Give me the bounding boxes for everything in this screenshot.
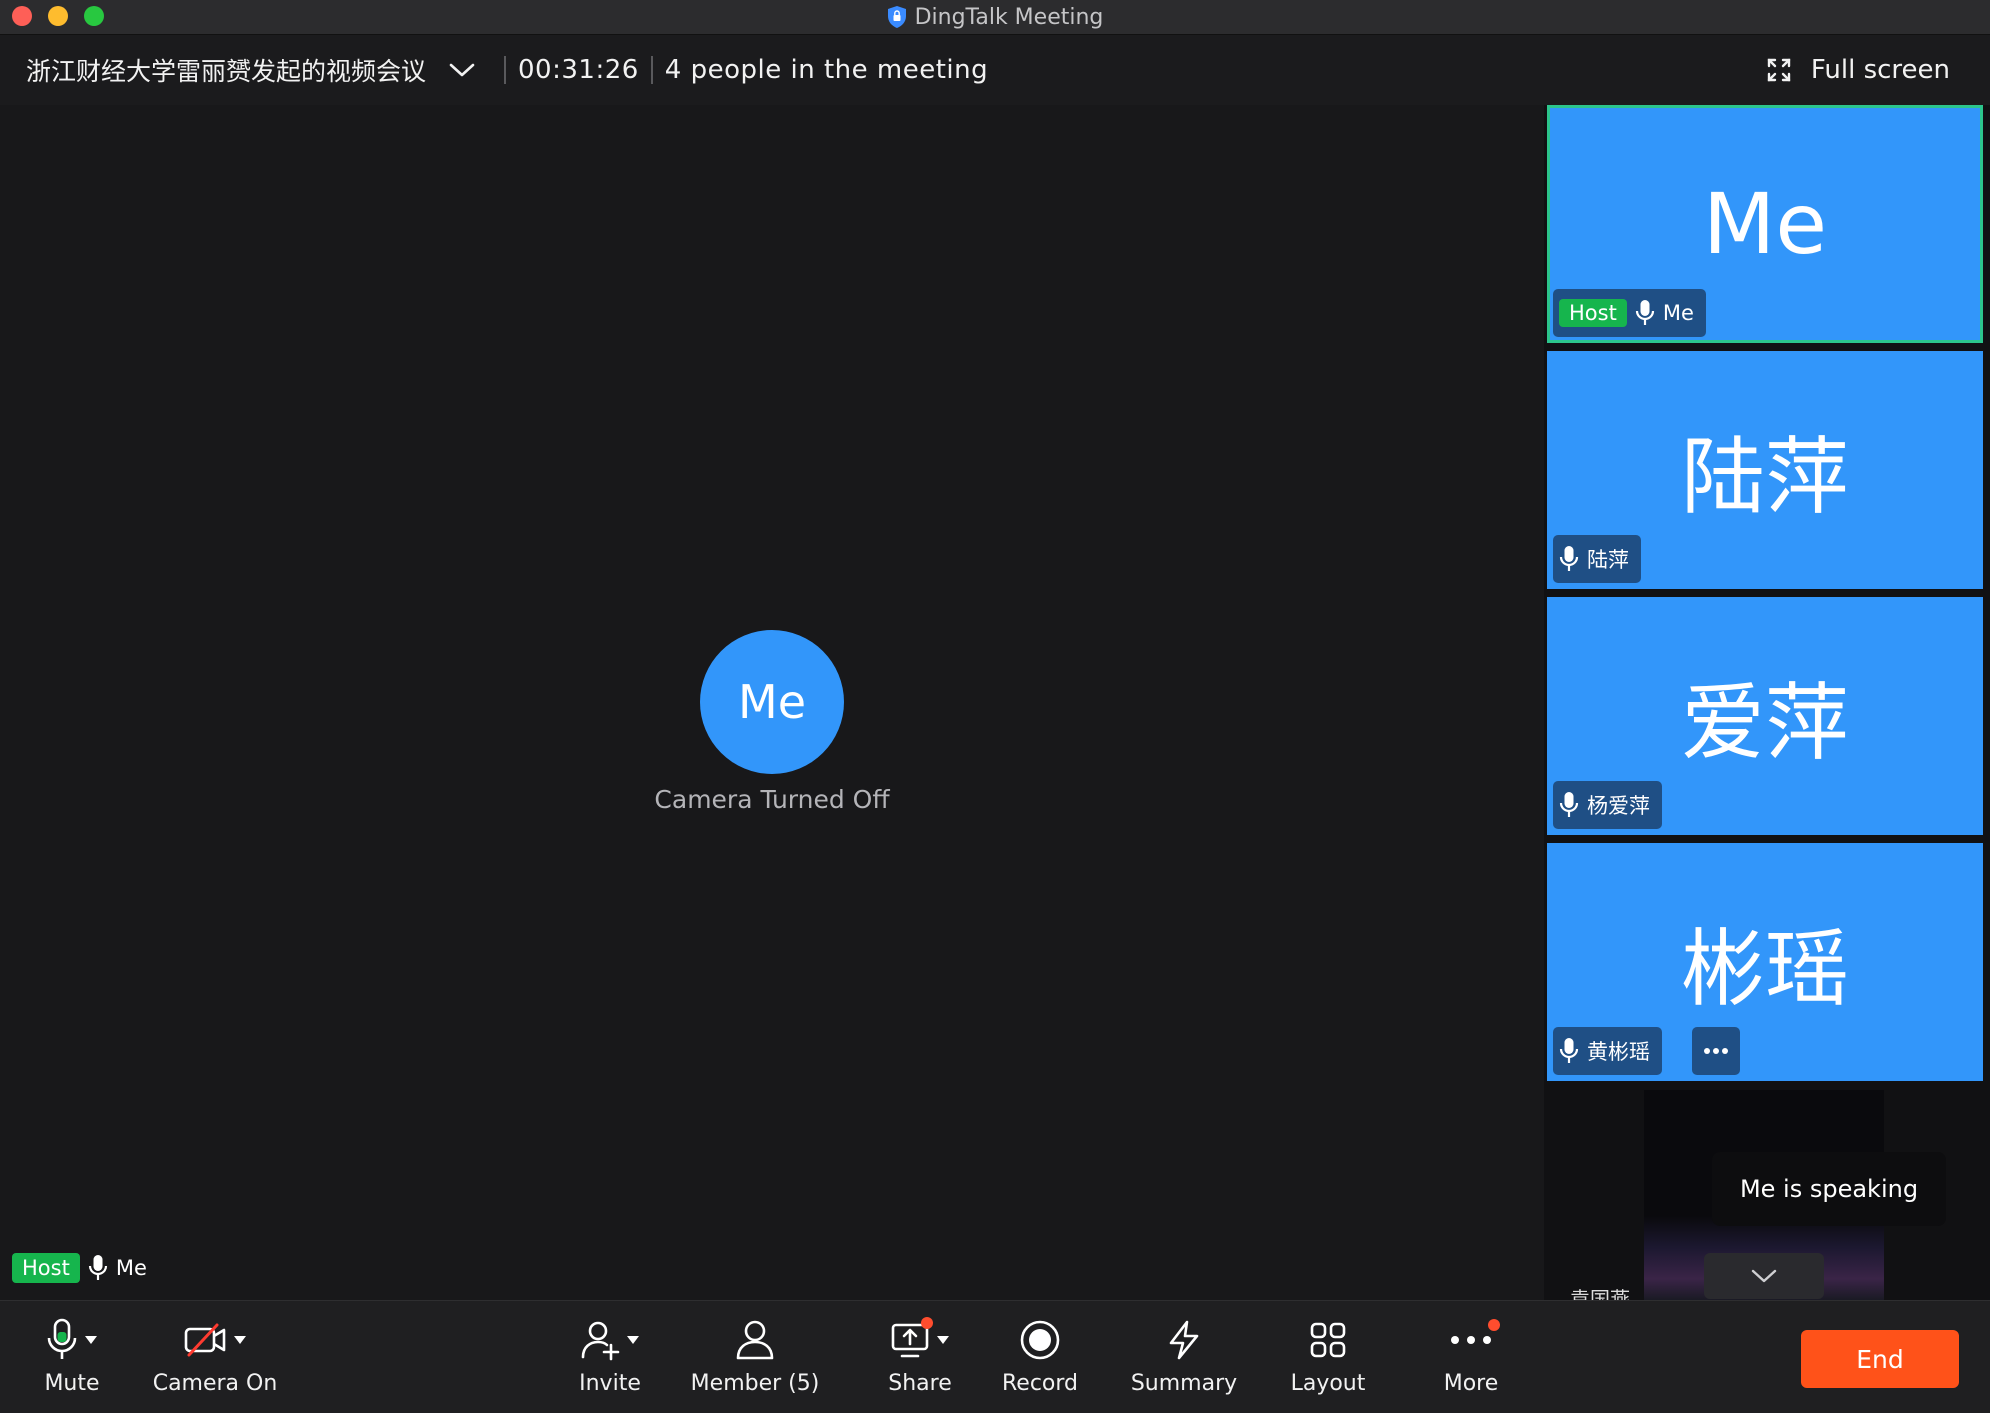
window-title-text: DingTalk Meeting bbox=[914, 4, 1104, 30]
participant-name: 袁国燕 bbox=[1570, 1287, 1630, 1301]
tile-name-label: 陆萍 bbox=[1553, 535, 1641, 583]
layout-label: Layout bbox=[1290, 1371, 1366, 1396]
meeting-toolbar: Mute Camera On Invite Member (5) Share R… bbox=[0, 1300, 1990, 1413]
avatar-text: Me bbox=[738, 675, 806, 729]
window-titlebar: DingTalk Meeting bbox=[0, 0, 1990, 35]
ellipsis-icon bbox=[1704, 1048, 1728, 1054]
share-label: Share bbox=[888, 1371, 952, 1396]
participant-tile[interactable]: 彬瑶 黄彬瑶 bbox=[1547, 843, 1983, 1081]
camera-label: Camera On bbox=[152, 1371, 278, 1396]
member-label: Member (5) bbox=[690, 1371, 820, 1396]
lightning-icon bbox=[1169, 1320, 1199, 1360]
microphone-icon bbox=[1635, 300, 1654, 325]
invite-button[interactable]: Invite bbox=[570, 1301, 650, 1413]
chevron-down-icon[interactable] bbox=[448, 61, 476, 79]
avatar: Me bbox=[700, 630, 844, 774]
caret-down-icon[interactable] bbox=[626, 1335, 640, 1345]
notification-dot bbox=[1488, 1319, 1500, 1331]
meeting-timer: 00:31:26 bbox=[518, 55, 639, 85]
members-icon bbox=[736, 1320, 774, 1360]
tile-name-label: 黄彬瑶 bbox=[1553, 1027, 1662, 1075]
end-meeting-button[interactable]: End bbox=[1801, 1330, 1959, 1388]
add-person-icon bbox=[581, 1321, 620, 1361]
participant-name: 黄彬瑶 bbox=[1587, 1040, 1650, 1064]
window-title: DingTalk Meeting bbox=[0, 0, 1990, 34]
layout-button[interactable]: Layout bbox=[1278, 1301, 1378, 1413]
participant-name: Me bbox=[1662, 301, 1694, 325]
caret-down-icon[interactable] bbox=[84, 1335, 98, 1345]
mute-button[interactable]: Mute bbox=[32, 1301, 112, 1413]
scroll-down-button[interactable] bbox=[1704, 1253, 1824, 1299]
member-button[interactable]: Member (5) bbox=[690, 1301, 820, 1413]
meeting-name[interactable]: 浙江财经大学雷丽赟发起的视频会议 bbox=[26, 52, 426, 88]
record-icon bbox=[1020, 1320, 1060, 1360]
camera-status: Camera Turned Off bbox=[654, 785, 890, 814]
invite-label: Invite bbox=[579, 1371, 641, 1396]
camera-button[interactable]: Camera On bbox=[150, 1301, 280, 1413]
caret-down-icon[interactable] bbox=[936, 1335, 950, 1345]
microphone-icon bbox=[47, 1318, 77, 1359]
host-badge: Host bbox=[1559, 299, 1627, 327]
chevron-down-icon bbox=[1751, 1269, 1777, 1283]
more-button[interactable]: More bbox=[1421, 1301, 1521, 1413]
divider bbox=[650, 56, 653, 84]
participant-count: 4 people in the meeting bbox=[664, 55, 989, 85]
participant-tile[interactable]: 陆萍 陆萍 bbox=[1547, 351, 1983, 589]
grid-layout-icon bbox=[1310, 1322, 1346, 1358]
fullscreen-button[interactable]: Full screen bbox=[1767, 35, 1950, 105]
speaking-indicator: Me is speaking bbox=[1712, 1152, 1946, 1226]
microphone-icon bbox=[88, 1255, 107, 1280]
participant-name: Me bbox=[115, 1256, 147, 1280]
microphone-icon bbox=[1559, 1038, 1579, 1063]
participant-tile[interactable]: Me Host Me bbox=[1547, 105, 1983, 343]
record-button[interactable]: Record bbox=[990, 1301, 1090, 1413]
share-button[interactable]: Share bbox=[860, 1301, 980, 1413]
participant-tile[interactable]: 爱萍 杨爱萍 bbox=[1547, 597, 1983, 835]
more-label: More bbox=[1443, 1371, 1499, 1396]
notification-dot bbox=[921, 1317, 933, 1329]
summary-label: Summary bbox=[1130, 1371, 1238, 1396]
tile-name-label: 杨爱萍 bbox=[1553, 781, 1662, 829]
microphone-icon bbox=[1559, 792, 1579, 817]
camera-off-icon bbox=[184, 1323, 226, 1357]
stage-name-label: Host Me bbox=[12, 1253, 147, 1283]
divider bbox=[504, 56, 507, 84]
meeting-header: 浙江财经大学雷丽赟发起的视频会议 00:31:26 4 people in th… bbox=[0, 35, 1990, 105]
shield-lock-icon bbox=[887, 6, 906, 28]
participant-panel: Me Host Me 陆萍 陆萍 爱萍 杨爱萍 彬瑶 黄彬瑶 袁国燕 Me is… bbox=[1544, 105, 1990, 1301]
microphone-icon bbox=[1559, 546, 1579, 571]
record-label: Record bbox=[1001, 1371, 1078, 1396]
fullscreen-label: Full screen bbox=[1810, 55, 1950, 85]
summary-button[interactable]: Summary bbox=[1128, 1301, 1240, 1413]
participant-name: 杨爱萍 bbox=[1587, 794, 1650, 818]
caret-down-icon[interactable] bbox=[233, 1335, 247, 1345]
tile-name-label: Host Me bbox=[1553, 289, 1706, 337]
tile-more-button[interactable] bbox=[1692, 1027, 1740, 1075]
fullscreen-icon bbox=[1767, 58, 1791, 82]
host-badge: Host bbox=[12, 1253, 80, 1283]
mute-label: Mute bbox=[44, 1371, 100, 1396]
participant-name: 陆萍 bbox=[1587, 548, 1629, 572]
ellipsis-icon bbox=[1451, 1336, 1491, 1344]
main-video-stage[interactable]: Me Camera Turned Off Host Me bbox=[0, 105, 1544, 1300]
